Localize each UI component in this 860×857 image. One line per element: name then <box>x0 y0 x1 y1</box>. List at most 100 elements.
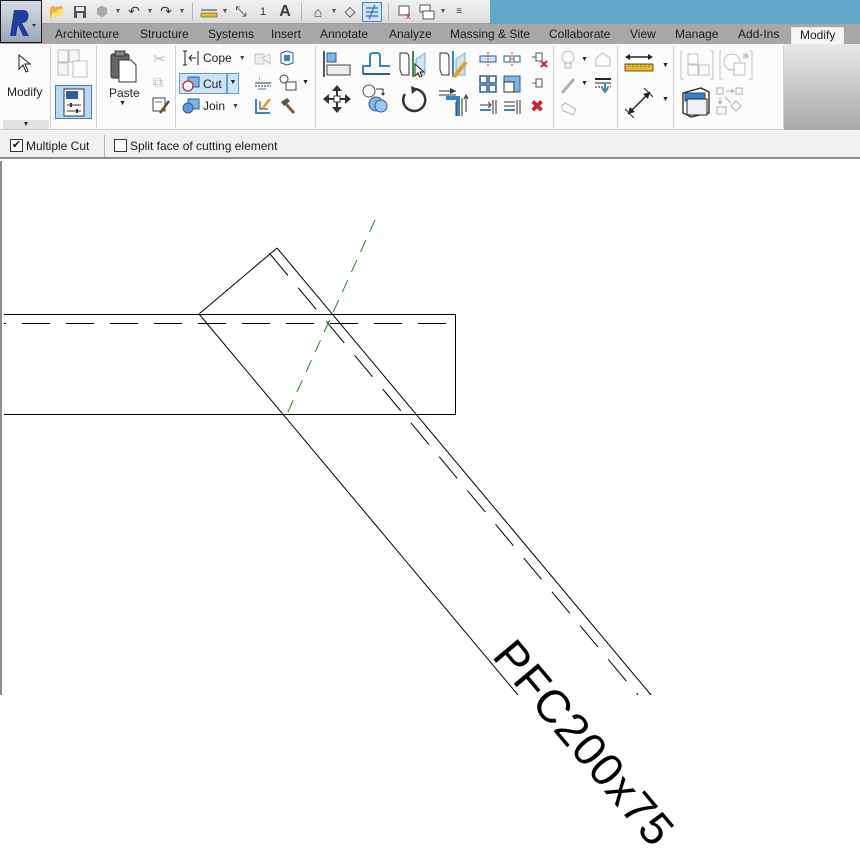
linework-dropdown-icon[interactable]: ▼ <box>581 80 588 87</box>
tag-icon[interactable]: 1 <box>253 2 273 22</box>
undo-dropdown-icon[interactable]: ▼ <box>146 8 154 15</box>
text-icon[interactable]: A <box>275 2 295 22</box>
cope-dropdown-icon[interactable]: ▼ <box>239 55 246 62</box>
horizontal-beam[interactable] <box>4 314 456 415</box>
mirror-pick-axis-icon[interactable] <box>398 50 428 78</box>
wall-joins-icon[interactable] <box>254 50 272 66</box>
measure-between-points-icon[interactable] <box>624 52 654 74</box>
switch-windows-dropdown-icon[interactable]: ▼ <box>439 8 447 15</box>
open-icon[interactable]: 📂 <box>48 2 68 22</box>
multiple-cut-label[interactable]: Multiple Cut <box>26 139 89 153</box>
override-dropdown-icon[interactable]: ▼ <box>581 56 588 63</box>
cut-clipboard-icon[interactable]: ✂ <box>153 50 166 68</box>
tab-collaborate[interactable]: Collaborate <box>549 27 610 44</box>
create-group-icon[interactable] <box>716 87 746 119</box>
drawing-canvas[interactable]: PFC200x75 <box>0 161 860 856</box>
tab-structure[interactable]: Structure <box>140 27 189 44</box>
array-icon[interactable] <box>479 75 497 93</box>
paste-clipboard-icon <box>110 50 137 83</box>
move-icon[interactable] <box>322 84 352 114</box>
paint-icon[interactable] <box>279 50 295 66</box>
properties-button[interactable] <box>55 85 92 119</box>
save-icon[interactable] <box>70 2 90 22</box>
redo-icon[interactable]: ↷ <box>156 2 176 22</box>
split-element-icon[interactable] <box>479 52 497 66</box>
3d-view-dropdown-icon[interactable]: ▼ <box>330 8 338 15</box>
rotate-icon[interactable] <box>400 86 428 114</box>
tab-insert[interactable]: Insert <box>271 27 301 44</box>
mirror-draw-axis-icon[interactable] <box>438 50 468 78</box>
tab-annotate[interactable]: Annotate <box>320 27 368 44</box>
sync-icon[interactable]: ⬢ <box>92 2 112 22</box>
tab-massing-site[interactable]: Massing & Site <box>450 27 530 44</box>
trim-extend-multiple-icon[interactable] <box>503 98 521 116</box>
split-face-label[interactable]: Split face of cutting element <box>130 139 277 153</box>
beam-column-joins-icon[interactable] <box>254 97 272 115</box>
tab-systems[interactable]: Systems <box>208 27 254 44</box>
switch-windows-icon[interactable] <box>417 2 437 22</box>
pin-icon[interactable] <box>530 76 548 90</box>
demolish-hammer-icon[interactable] <box>278 97 296 115</box>
customize-qat-icon[interactable]: ≡ <box>449 2 469 22</box>
cut-dropdown-icon[interactable]: ▼ <box>227 73 239 94</box>
tab-add-ins[interactable]: Add-Ins <box>738 27 779 44</box>
measure-icon[interactable]: ⤡ <box>231 2 251 22</box>
create-assembly-icon[interactable] <box>680 50 714 80</box>
tab-manage[interactable]: Manage <box>675 27 718 44</box>
scale-icon[interactable] <box>503 75 521 93</box>
unpin-icon[interactable] <box>530 50 548 68</box>
select-panel-expander[interactable]: ▼ <box>3 120 49 129</box>
create-similar-icon[interactable] <box>679 85 713 119</box>
section-icon[interactable]: ◇ <box>340 2 360 22</box>
modify-tool-button[interactable] <box>17 54 33 74</box>
paste-label[interactable]: Paste <box>109 86 140 100</box>
trim-extend-corner-icon[interactable] <box>438 86 470 116</box>
join-button[interactable]: Join ▼ <box>182 98 239 114</box>
cope-button[interactable]: Cope ▼ <box>182 50 246 66</box>
type-properties-button[interactable] <box>57 49 89 79</box>
measure-dropdown-icon[interactable]: ▼ <box>662 62 669 69</box>
aligned-dimension-ribbon-icon[interactable] <box>624 88 654 118</box>
sync-dropdown-icon[interactable]: ▼ <box>114 8 122 15</box>
hide-in-view-icon[interactable] <box>594 76 612 94</box>
create-parts-icon[interactable]: ✱ <box>719 50 753 80</box>
split-face-icon[interactable]: ↓ <box>254 74 272 90</box>
tab-architecture[interactable]: Architecture <box>55 27 119 44</box>
join-dropdown-icon[interactable]: ▼ <box>232 103 239 110</box>
offset-icon[interactable] <box>360 52 392 78</box>
tab-analyze[interactable]: Analyze <box>389 27 432 44</box>
modify-label[interactable]: Modify <box>7 85 42 99</box>
diagonal-beam-pfc200x75[interactable] <box>198 247 652 695</box>
3d-view-icon[interactable]: ⌂ <box>308 2 328 22</box>
remove-paint-icon[interactable] <box>278 74 298 92</box>
hidden-element-icon[interactable] <box>560 101 578 117</box>
paste-dropdown-icon[interactable]: ▼ <box>119 100 126 107</box>
paint-dropdown-icon[interactable]: ▼ <box>302 79 309 86</box>
linework-icon[interactable] <box>560 76 578 94</box>
thin-lines-icon[interactable] <box>362 1 382 22</box>
trim-extend-single-icon[interactable] <box>479 98 497 116</box>
tab-modify[interactable]: Modify <box>791 27 845 44</box>
match-type-properties-icon[interactable] <box>152 97 170 115</box>
split-face-checkbox[interactable] <box>114 139 127 152</box>
paste-button[interactable] <box>109 50 137 84</box>
redo-dropdown-icon[interactable]: ▼ <box>178 8 186 15</box>
cut-profile-icon[interactable] <box>594 50 612 68</box>
align-icon[interactable] <box>322 50 352 78</box>
undo-icon[interactable]: ↶ <box>124 2 144 22</box>
application-menu-button[interactable] <box>0 0 42 43</box>
cut-geometry-button[interactable]: Cut <box>179 73 227 94</box>
copy-icon[interactable]: ⧉ <box>153 74 163 91</box>
close-hidden-windows-icon[interactable]: x <box>395 2 415 22</box>
tag-icon-glyph: 1 <box>259 5 267 18</box>
dimension-dropdown-icon[interactable]: ▼ <box>221 8 229 15</box>
aligned-dimension-icon[interactable] <box>199 2 219 22</box>
override-graphics-icon[interactable] <box>560 50 576 70</box>
copy-element-icon[interactable] <box>361 84 391 114</box>
multiple-cut-checkbox[interactable]: ✔ <box>10 139 23 152</box>
options-separator <box>104 135 105 157</box>
delete-icon[interactable]: ✖ <box>530 97 544 117</box>
dimension-dropdown-icon[interactable]: ▼ <box>662 96 669 103</box>
tab-view[interactable]: View <box>630 27 656 44</box>
split-with-gap-icon[interactable] <box>503 52 521 66</box>
